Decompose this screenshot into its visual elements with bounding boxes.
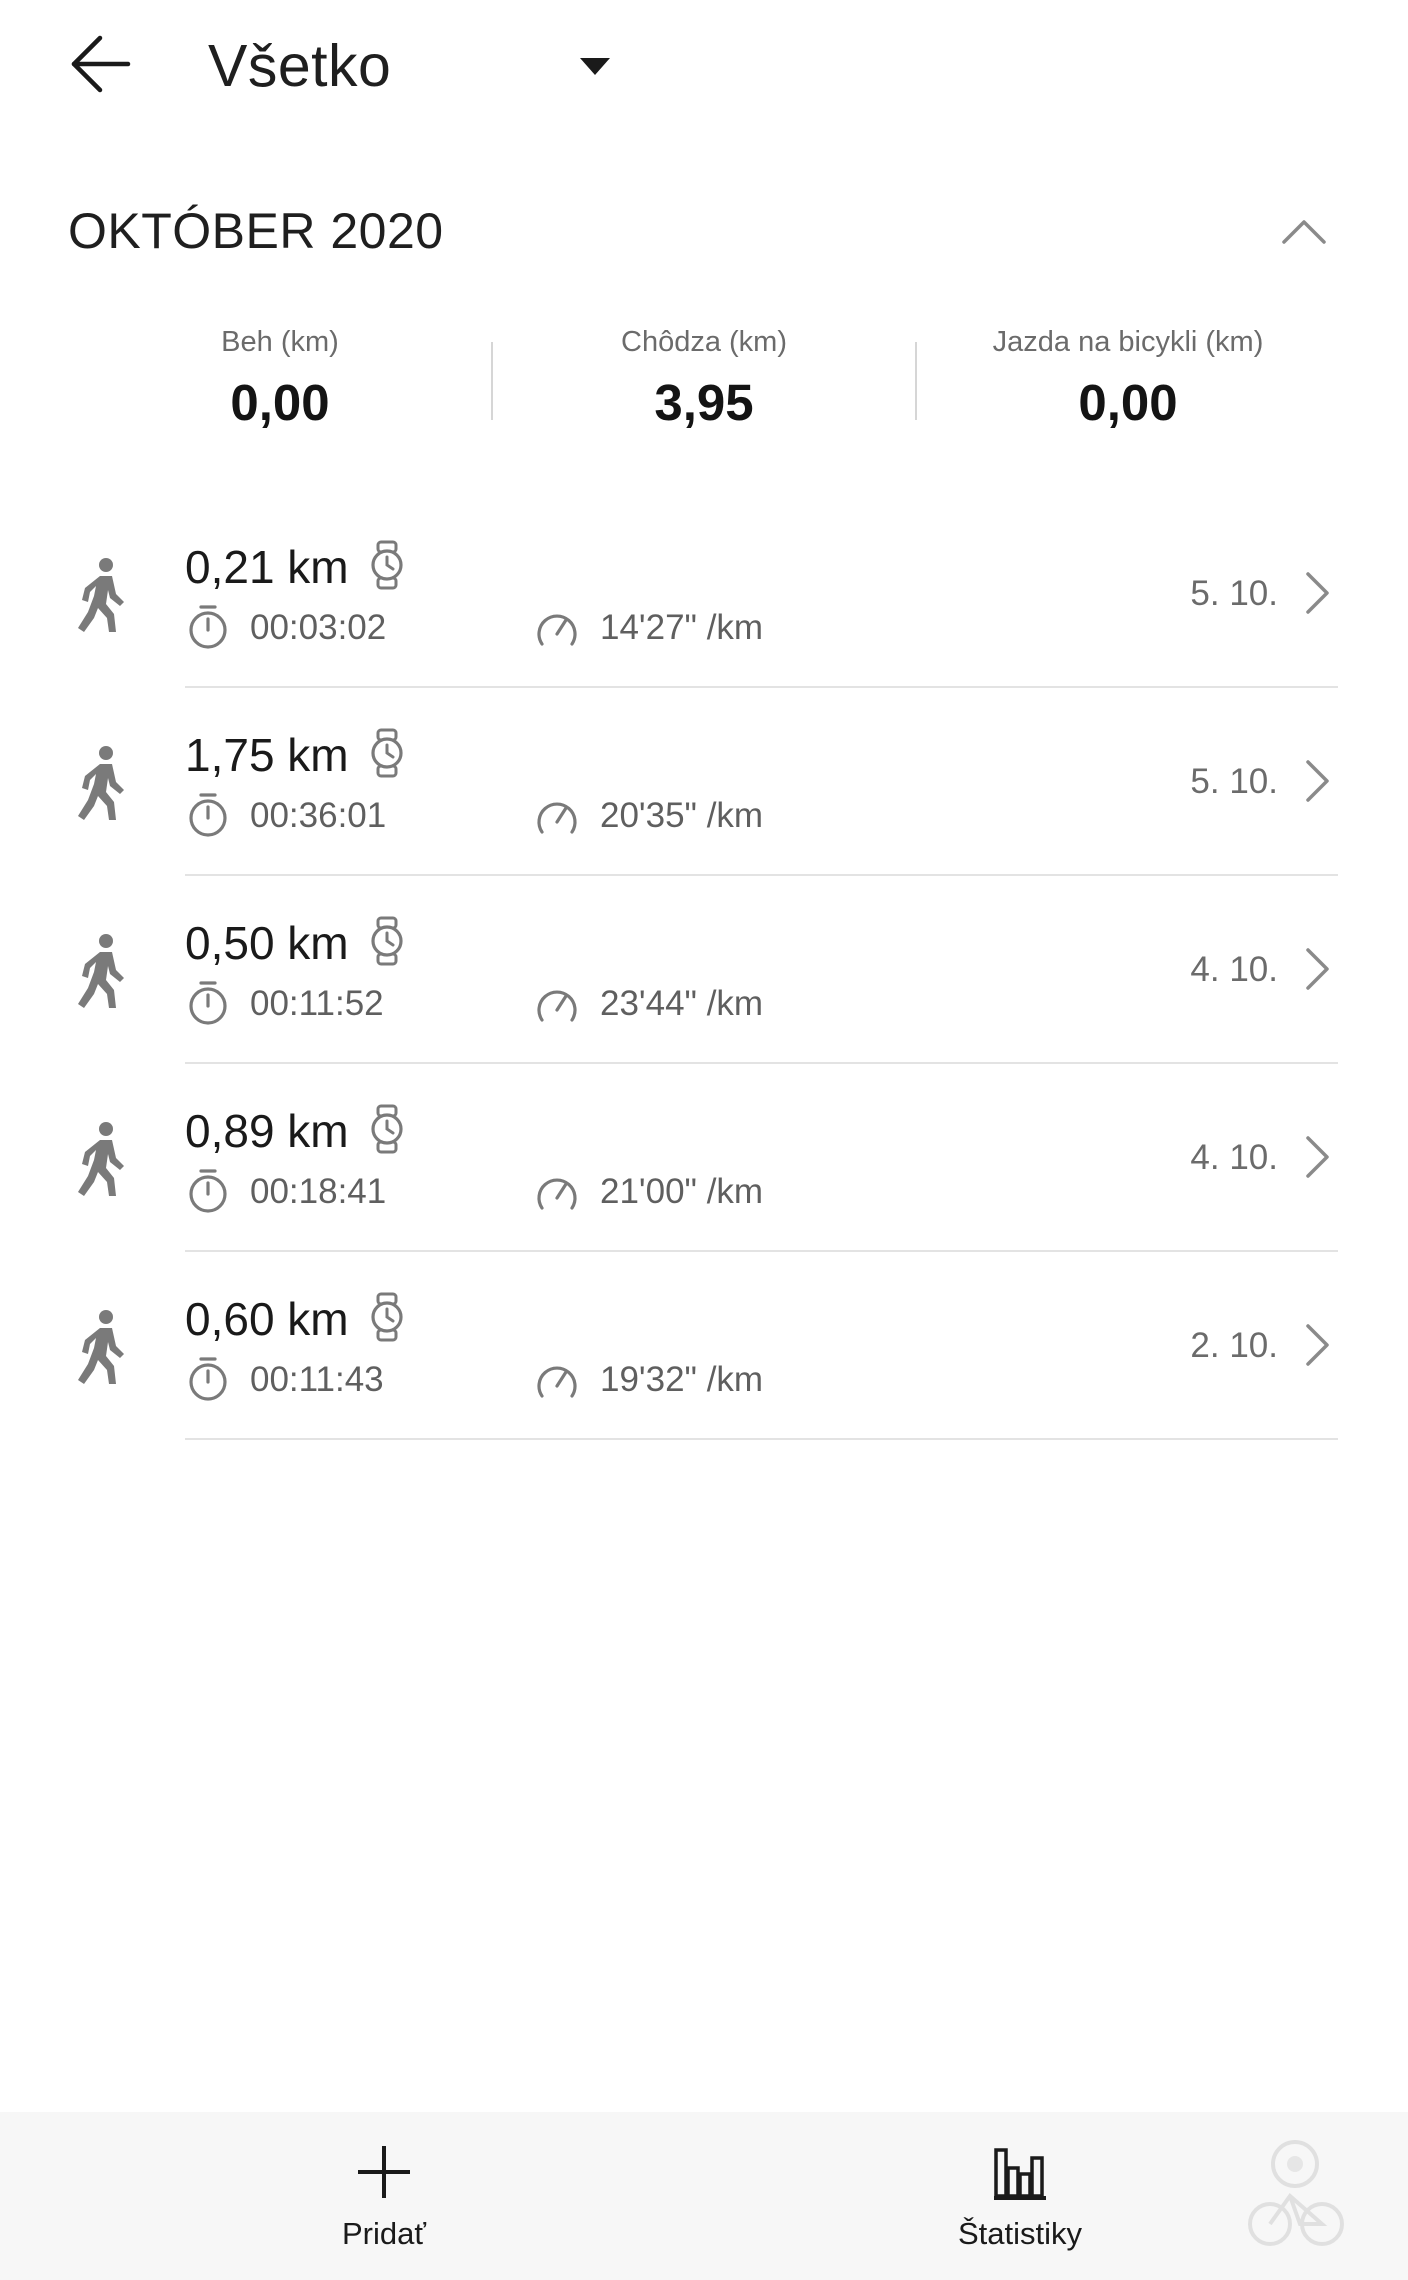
statistics-button[interactable]: Štatistiky [870,2112,1170,2280]
back-button[interactable] [60,28,140,100]
summary-value: 0,00 [230,374,330,431]
chevron-right-icon [1306,948,1329,990]
speedometer-icon [537,1178,577,1210]
smartwatch-icon [371,540,403,590]
chevron-right-icon [1306,760,1329,802]
walking-person-icon [78,934,124,1008]
activity-distance: 1,75 km [185,729,349,781]
summary-cycling: Jazda na bicykli (km) 0,00 [916,318,1340,438]
chevron-up-icon [1282,220,1326,244]
filter-label: Všetko [208,33,392,99]
activity-row[interactable]: 0,89 km 00:18:41 21'00" /km 4. 10. [0,1064,1408,1252]
smartwatch-icon [371,1292,403,1342]
activity-distance: 0,60 km [185,1293,349,1345]
activity-date: 5. 10. [1190,762,1278,801]
summary-walking: Chôdza (km) 3,95 [492,318,916,438]
summary-value: 3,95 [654,374,754,431]
activity-duration: 00:18:41 [250,1172,387,1211]
activity-date: 4. 10. [1190,950,1278,989]
stopwatch-icon [189,981,227,1025]
plus-icon [358,2146,410,2198]
activity-date: 5. 10. [1190,574,1278,613]
add-button[interactable]: Pridať [234,2112,534,2280]
activity-row[interactable]: 1,75 km 00:36:01 20'35" /km 5. 10. [0,688,1408,876]
summary-running: Beh (km) 0,00 [68,318,492,438]
summary-value: 0,00 [1078,374,1178,431]
activity-pace: 23'44" /km [600,984,764,1023]
walking-person-icon [78,746,124,820]
activity-pace: 14'27" /km [600,608,764,647]
speedometer-icon [537,614,577,646]
chevron-right-icon [1306,1136,1329,1178]
activity-duration: 00:03:02 [250,608,387,647]
activity-row[interactable]: 0,60 km 00:11:43 19'32" /km 2. 10. [0,1252,1408,1440]
speedometer-icon [537,990,577,1022]
activity-distance: 0,50 km [185,917,349,969]
summary-label: Chôdza (km) [621,326,787,358]
activity-pace: 20'35" /km [600,796,764,835]
activity-date: 4. 10. [1190,1138,1278,1177]
activity-pace: 21'00" /km [600,1172,764,1211]
activity-row[interactable]: 0,50 km 00:11:52 23'44" /km 4. 10. [0,876,1408,1064]
chevron-right-icon [1306,572,1329,614]
arrow-left-icon [71,35,131,93]
activity-duration: 00:36:01 [250,796,387,835]
activity-date: 2. 10. [1190,1326,1278,1365]
speedometer-icon [537,1366,577,1398]
caret-down-icon [580,58,610,75]
top-bar: Všetko [0,0,1408,135]
activity-duration: 00:11:52 [250,984,384,1023]
walking-person-icon [78,558,124,632]
summary-label: Beh (km) [221,326,339,358]
stopwatch-icon [189,1357,227,1401]
smartwatch-icon [371,1104,403,1154]
walking-person-icon [78,1122,124,1196]
stopwatch-icon [189,1169,227,1213]
stopwatch-icon [189,793,227,837]
activity-row[interactable]: 0,21 km 00:03:02 14'27" /km 5. 10. [0,500,1408,688]
activity-distance: 0,21 km [185,541,349,593]
bottom-navigation: Pridať Štatistiky [0,2112,1408,2280]
bar-chart-icon [994,2148,1046,2200]
add-label: Pridať [342,2216,426,2251]
row-divider [185,1438,1338,1440]
walking-person-icon [78,1310,124,1384]
activity-pace: 19'32" /km [600,1360,764,1399]
activity-duration: 00:11:43 [250,1360,384,1399]
speedometer-icon [537,802,577,834]
collapse-month-button[interactable] [1268,196,1340,266]
smartwatch-icon [371,916,403,966]
stopwatch-icon [189,605,227,649]
activity-distance: 0,89 km [185,1105,349,1157]
smartwatch-icon [371,728,403,778]
app-logo-watermark [1248,2140,1344,2246]
chevron-right-icon [1306,1324,1329,1366]
activity-filter-dropdown[interactable]: Všetko [208,28,618,104]
month-section-header: OKTÓBER 2020 [68,196,1340,266]
statistics-label: Štatistiky [957,2216,1083,2251]
summary-label: Jazda na bicykli (km) [992,326,1264,358]
month-title: OKTÓBER 2020 [68,203,444,259]
month-summary: Beh (km) 0,00 Chôdza (km) 3,95 Jazda na … [68,318,1340,438]
